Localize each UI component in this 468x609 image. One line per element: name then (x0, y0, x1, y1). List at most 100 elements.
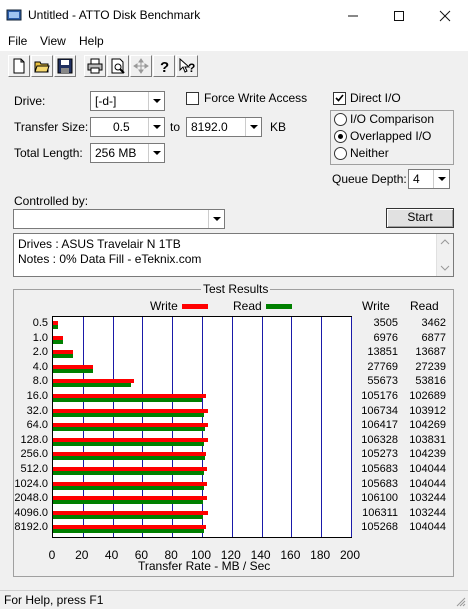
read-value: 53816 (415, 375, 446, 388)
queue-depth-value: 4 (413, 172, 420, 186)
write-value: 6976 (373, 331, 398, 344)
write-value: 105273 (361, 448, 398, 461)
maximize-icon (394, 11, 404, 21)
minimize-button[interactable] (330, 0, 376, 31)
write-value: 105176 (361, 390, 398, 402)
open-icon (34, 61, 50, 73)
drive-label: Drive: (14, 94, 46, 108)
io-comparison-radio[interactable] (334, 113, 347, 126)
maximize-button[interactable] (376, 0, 422, 31)
chevron-down-icon (148, 144, 164, 162)
write-value: 106328 (361, 433, 398, 446)
move-icon (133, 58, 149, 74)
notes-line-drives: Drives : ASUS Travelair N 1TB (18, 237, 181, 251)
io-comparison-label: I/O Comparison (350, 112, 435, 126)
neither-radio[interactable] (334, 147, 347, 160)
y-tick-label: 512.0 (20, 463, 48, 475)
write-value: 106100 (361, 492, 398, 505)
read-value: 3462 (421, 317, 446, 329)
chevron-down-icon (208, 210, 224, 228)
write-value: 106311 (362, 506, 398, 519)
read-value: 103244 (409, 492, 446, 505)
queue-depth-select[interactable]: 4 (408, 169, 450, 189)
drive-value: [-d-] (95, 94, 117, 108)
direct-io-checkbox[interactable] (333, 92, 346, 105)
x-tick-label: 0 (48, 548, 56, 562)
menu-file[interactable]: File (8, 34, 27, 48)
grid-line (232, 317, 233, 537)
total-length-select[interactable]: 256 MB (90, 143, 165, 163)
svg-text:?: ? (188, 61, 195, 74)
close-button[interactable] (422, 0, 468, 31)
transfer-from-select[interactable]: 0.5 (90, 117, 165, 137)
x-tick-label: 40 (104, 548, 119, 562)
read-value: 103831 (409, 433, 446, 446)
read-value: 104269 (409, 419, 446, 432)
new-button[interactable] (8, 55, 30, 77)
scroll-up-icon (440, 239, 450, 245)
close-icon (439, 10, 451, 22)
y-tick-label: 32.0 (26, 404, 48, 417)
drive-select[interactable]: [-d-] (90, 91, 165, 111)
y-tick-label: 4.0 (32, 360, 48, 373)
resize-grip-icon[interactable] (454, 595, 466, 607)
x-tick-label: 20 (75, 548, 89, 562)
controlled-by-select[interactable] (13, 209, 225, 229)
y-tick-label: 4096.0 (14, 506, 48, 519)
read-bar (53, 441, 205, 446)
read-bar (53, 368, 93, 373)
force-write-checkbox[interactable] (186, 92, 199, 105)
read-value: 13687 (415, 346, 446, 359)
write-value: 27769 (367, 360, 398, 373)
open-button[interactable] (31, 55, 53, 77)
save-button[interactable] (54, 55, 76, 77)
read-bar (53, 325, 59, 329)
chevron-down-icon (148, 92, 164, 110)
start-button[interactable]: Start (386, 208, 454, 228)
total-length-value: 256 MB (95, 146, 137, 160)
read-bar (53, 456, 205, 461)
read-value: 104044 (409, 521, 446, 534)
print-icon (87, 58, 103, 74)
notes-textarea[interactable]: Drives : ASUS Travelair N 1TB Notes : 0%… (13, 233, 454, 277)
chevron-down-icon (245, 118, 261, 136)
y-tick-label: 0.5 (32, 317, 48, 329)
help-button[interactable]: ? (153, 55, 175, 77)
scroll-down-icon (440, 265, 450, 271)
context-help-icon: ? (179, 58, 195, 74)
menu-view[interactable]: View (40, 34, 66, 48)
force-write-label: Force Write Access (204, 91, 308, 105)
to-label: to (170, 120, 181, 134)
overlapped-io-radio[interactable] (334, 130, 347, 143)
y-tick-label: 64.0 (26, 419, 48, 432)
read-value: 103912 (409, 404, 446, 417)
context-help-button[interactable]: ? (176, 55, 198, 77)
transfer-to-select[interactable]: 8192.0 (186, 117, 262, 137)
menu-help[interactable]: Help (79, 34, 104, 48)
window-title: Untitled - ATTO Disk Benchmark (28, 8, 201, 22)
print-preview-button[interactable] (107, 55, 129, 77)
notes-scrollbar[interactable] (436, 234, 453, 276)
y-tick-label: 16.0 (26, 390, 48, 402)
y-tick-label: 1.0 (32, 331, 48, 344)
status-bar: For Help, press F1 (0, 590, 468, 609)
x-tick-label: 180 (310, 548, 331, 562)
notes-line-notes: Notes : 0% Data Fill - eTeknix.com (18, 252, 202, 266)
move-button[interactable] (130, 55, 152, 77)
total-length-label: Total Length: (14, 146, 83, 160)
neither-label: Neither (350, 146, 389, 160)
y-tick-label: 128.0 (20, 433, 48, 446)
legend-write-label: Write (150, 299, 178, 313)
x-axis-title: Transfer Rate - MB / Sec (138, 559, 271, 573)
write-value: 55673 (367, 375, 398, 388)
queue-depth-label: Queue Depth: (332, 172, 407, 186)
y-tick-label: 1024.0 (14, 477, 48, 490)
transfer-from-value: 0.5 (113, 120, 130, 134)
checkmark-icon (335, 94, 344, 102)
y-tick-label: 8192.0 (14, 521, 48, 534)
app-icon (6, 9, 22, 21)
print-preview-icon (111, 58, 125, 74)
read-bar (53, 383, 132, 388)
print-button[interactable] (84, 55, 106, 77)
kb-label: KB (270, 120, 287, 134)
